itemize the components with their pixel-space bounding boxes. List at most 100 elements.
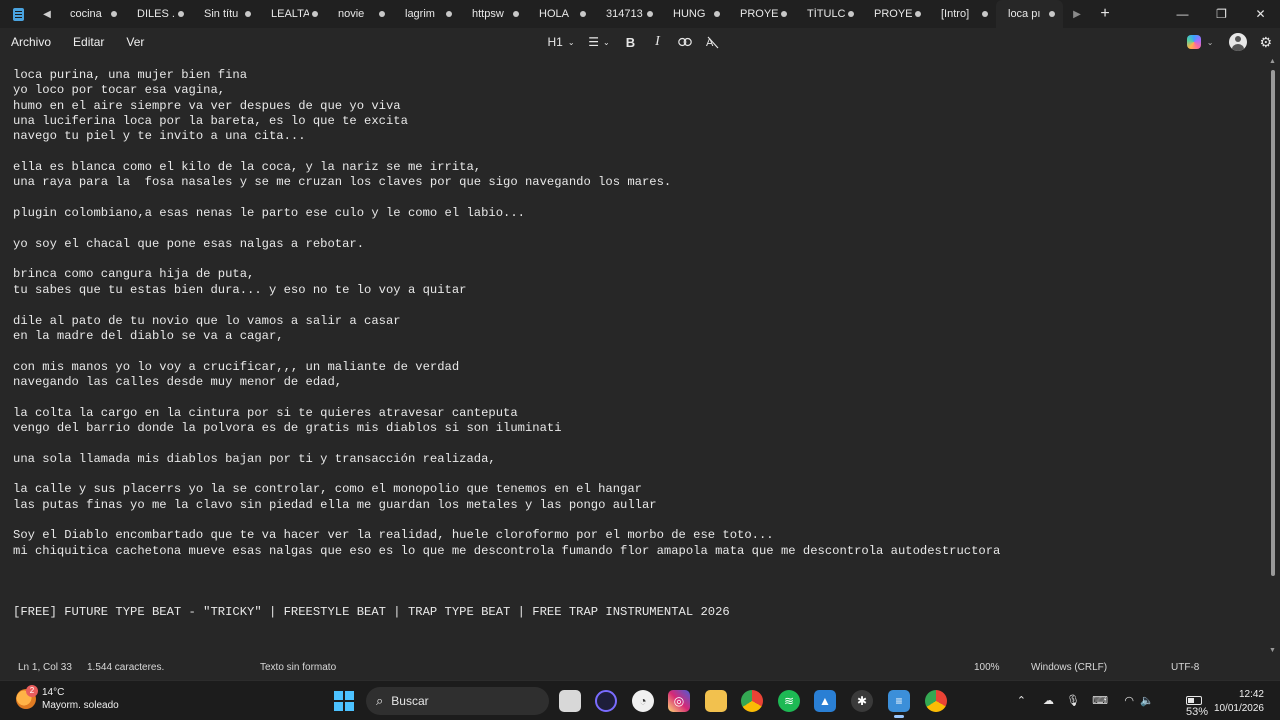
search-placeholder: Buscar	[391, 694, 429, 708]
tab[interactable]: [Intro]	[929, 0, 996, 28]
tab[interactable]: HOLA	[527, 0, 594, 28]
tab[interactable]: LEALTA	[259, 0, 326, 28]
wifi-icon[interactable]: ◠	[1124, 694, 1134, 707]
taskbar-search[interactable]: ⌕ Buscar	[366, 687, 549, 715]
unsaved-dot-icon[interactable]	[982, 11, 988, 17]
tab[interactable]: lagrim	[393, 0, 460, 28]
tab[interactable]: TÍTULC	[795, 0, 862, 28]
volume-icon[interactable]: 🔈	[1140, 694, 1154, 707]
microphone-icon[interactable]: 🎙	[1066, 694, 1080, 707]
chrome-profile-icon[interactable]	[925, 690, 947, 712]
unsaved-dot-icon[interactable]	[245, 11, 251, 17]
instagram-icon[interactable]: ◎	[668, 690, 690, 712]
tab-scroll-right-icon[interactable]: ▶	[1063, 9, 1091, 20]
task-view-icon[interactable]	[559, 690, 581, 712]
chatgpt-icon[interactable]: ✱	[851, 690, 873, 712]
unsaved-dot-icon[interactable]	[111, 11, 117, 17]
battery-indicator[interactable]: 53%	[1185, 694, 1208, 718]
file-explorer-icon[interactable]	[705, 690, 727, 712]
tab[interactable]: HUNG	[661, 0, 728, 28]
scrollbar-thumb[interactable]	[1271, 70, 1275, 576]
tab-strip: cocina DILES . Sin títu LEALTA novie lagrim ht…	[58, 0, 1063, 28]
unsaved-dot-icon[interactable]	[781, 11, 787, 17]
tab[interactable]: PROYE	[728, 0, 795, 28]
title-bar: ◀ cocina DILES . Sin títu LEALTA novie lagrim…	[0, 0, 1280, 28]
tab[interactable]: httpsw	[460, 0, 527, 28]
copilot-icon[interactable]	[1186, 35, 1201, 49]
clock-app-icon[interactable]: ◔	[632, 690, 654, 712]
maximize-button[interactable]: ❐	[1202, 0, 1241, 28]
weather-temp: 14°C	[42, 687, 65, 698]
tab[interactable]: DILES .	[125, 0, 192, 28]
menu-view[interactable]: Ver	[115, 35, 155, 49]
assistant-icon[interactable]	[595, 690, 617, 712]
weather-desc: Mayorm. soleado	[42, 700, 119, 711]
tab[interactable]: loca pı	[996, 0, 1063, 28]
unsaved-dot-icon[interactable]	[1049, 11, 1055, 17]
spotify-icon[interactable]: ≋	[778, 690, 800, 712]
start-button[interactable]	[334, 691, 354, 711]
tab[interactable]: Sin títu	[192, 0, 259, 28]
notepad-taskbar-icon[interactable]: ≡	[888, 690, 910, 718]
tab[interactable]: cocina	[58, 0, 125, 28]
tab-label: cocina	[70, 8, 102, 20]
account-avatar[interactable]	[1229, 33, 1248, 51]
line-ending[interactable]: Windows (CRLF)	[1031, 662, 1107, 673]
settings-gear-icon[interactable]: ⚙	[1259, 34, 1272, 51]
menu-edit[interactable]: Editar	[62, 35, 115, 49]
photos-icon[interactable]: ▲	[814, 690, 836, 712]
new-tab-button[interactable]: +	[1091, 5, 1119, 23]
close-button[interactable]: ✕	[1241, 0, 1280, 28]
tab[interactable]: novie	[326, 0, 393, 28]
editor-line: una raya para la fosa nasales y se me cr…	[13, 175, 672, 190]
editor-line: navegando las calles desde muy menor de …	[13, 374, 343, 389]
tab-label: httpsw	[472, 8, 504, 20]
clock-date: 10/01/2026	[1213, 703, 1264, 714]
bold-button[interactable]: B	[617, 28, 644, 56]
tab-scroll-left-icon[interactable]: ◀	[36, 9, 58, 20]
unsaved-dot-icon[interactable]	[714, 11, 720, 17]
tab[interactable]: PROYE	[862, 0, 929, 28]
vertical-scrollbar[interactable]: ▲ ▼	[1266, 56, 1280, 656]
weather-widget[interactable]: 2 14°C Mayorm. soleado	[16, 685, 119, 712]
unsaved-dot-icon[interactable]	[513, 11, 519, 17]
unsaved-dot-icon[interactable]	[446, 11, 452, 17]
unsaved-dot-icon[interactable]	[312, 11, 318, 17]
unsaved-dot-icon[interactable]	[379, 11, 385, 17]
keyboard-icon[interactable]: ⌨	[1092, 694, 1108, 707]
chrome-icon[interactable]	[741, 690, 763, 712]
unsaved-dot-icon[interactable]	[580, 11, 586, 17]
italic-button[interactable]: I	[644, 28, 671, 56]
editor-line: [FREE] FUTURE TYPE BEAT - "TRICKY" | FRE…	[13, 605, 730, 620]
tab[interactable]: 314713	[594, 0, 661, 28]
editor-line: vengo del barrio donde la polvora es de …	[13, 420, 562, 435]
system-clock[interactable]: 12:42 10/01/2026	[1214, 688, 1264, 716]
encoding[interactable]: UTF-8	[1171, 662, 1199, 673]
heading-dropdown[interactable]: H1 ⌄	[541, 28, 581, 56]
text-format[interactable]: Texto sin formato	[260, 662, 336, 673]
scroll-down-icon[interactable]: ▼	[1269, 647, 1276, 654]
text-editor[interactable]: loca purina, una mujer bien fina yo loco …	[0, 56, 1266, 656]
list-dropdown[interactable]: ☰ ⌄	[581, 28, 617, 56]
zoom-level[interactable]: 100%	[974, 662, 1000, 673]
sun-icon: 2	[16, 685, 38, 709]
menu-file[interactable]: Archivo	[0, 35, 62, 49]
cursor-position[interactable]: Ln 1, Col 33	[18, 662, 72, 673]
notepad-app-icon[interactable]	[0, 0, 36, 28]
editor-line: navego tu piel y te invito a una cita...	[13, 129, 306, 144]
unsaved-dot-icon[interactable]	[915, 11, 921, 17]
scroll-up-icon[interactable]: ▲	[1269, 58, 1276, 65]
clear-formatting-icon[interactable]: A	[698, 28, 725, 56]
unsaved-dot-icon[interactable]	[647, 11, 653, 17]
chevron-down-icon[interactable]: ⌄	[1207, 38, 1214, 47]
chevron-up-icon[interactable]: ⌃	[1017, 694, 1026, 707]
unsaved-dot-icon[interactable]	[848, 11, 854, 17]
unsaved-dot-icon[interactable]	[178, 11, 184, 17]
link-icon[interactable]	[671, 28, 698, 56]
cloud-icon[interactable]: ☁	[1043, 694, 1054, 707]
minimize-button[interactable]: —	[1163, 0, 1202, 28]
